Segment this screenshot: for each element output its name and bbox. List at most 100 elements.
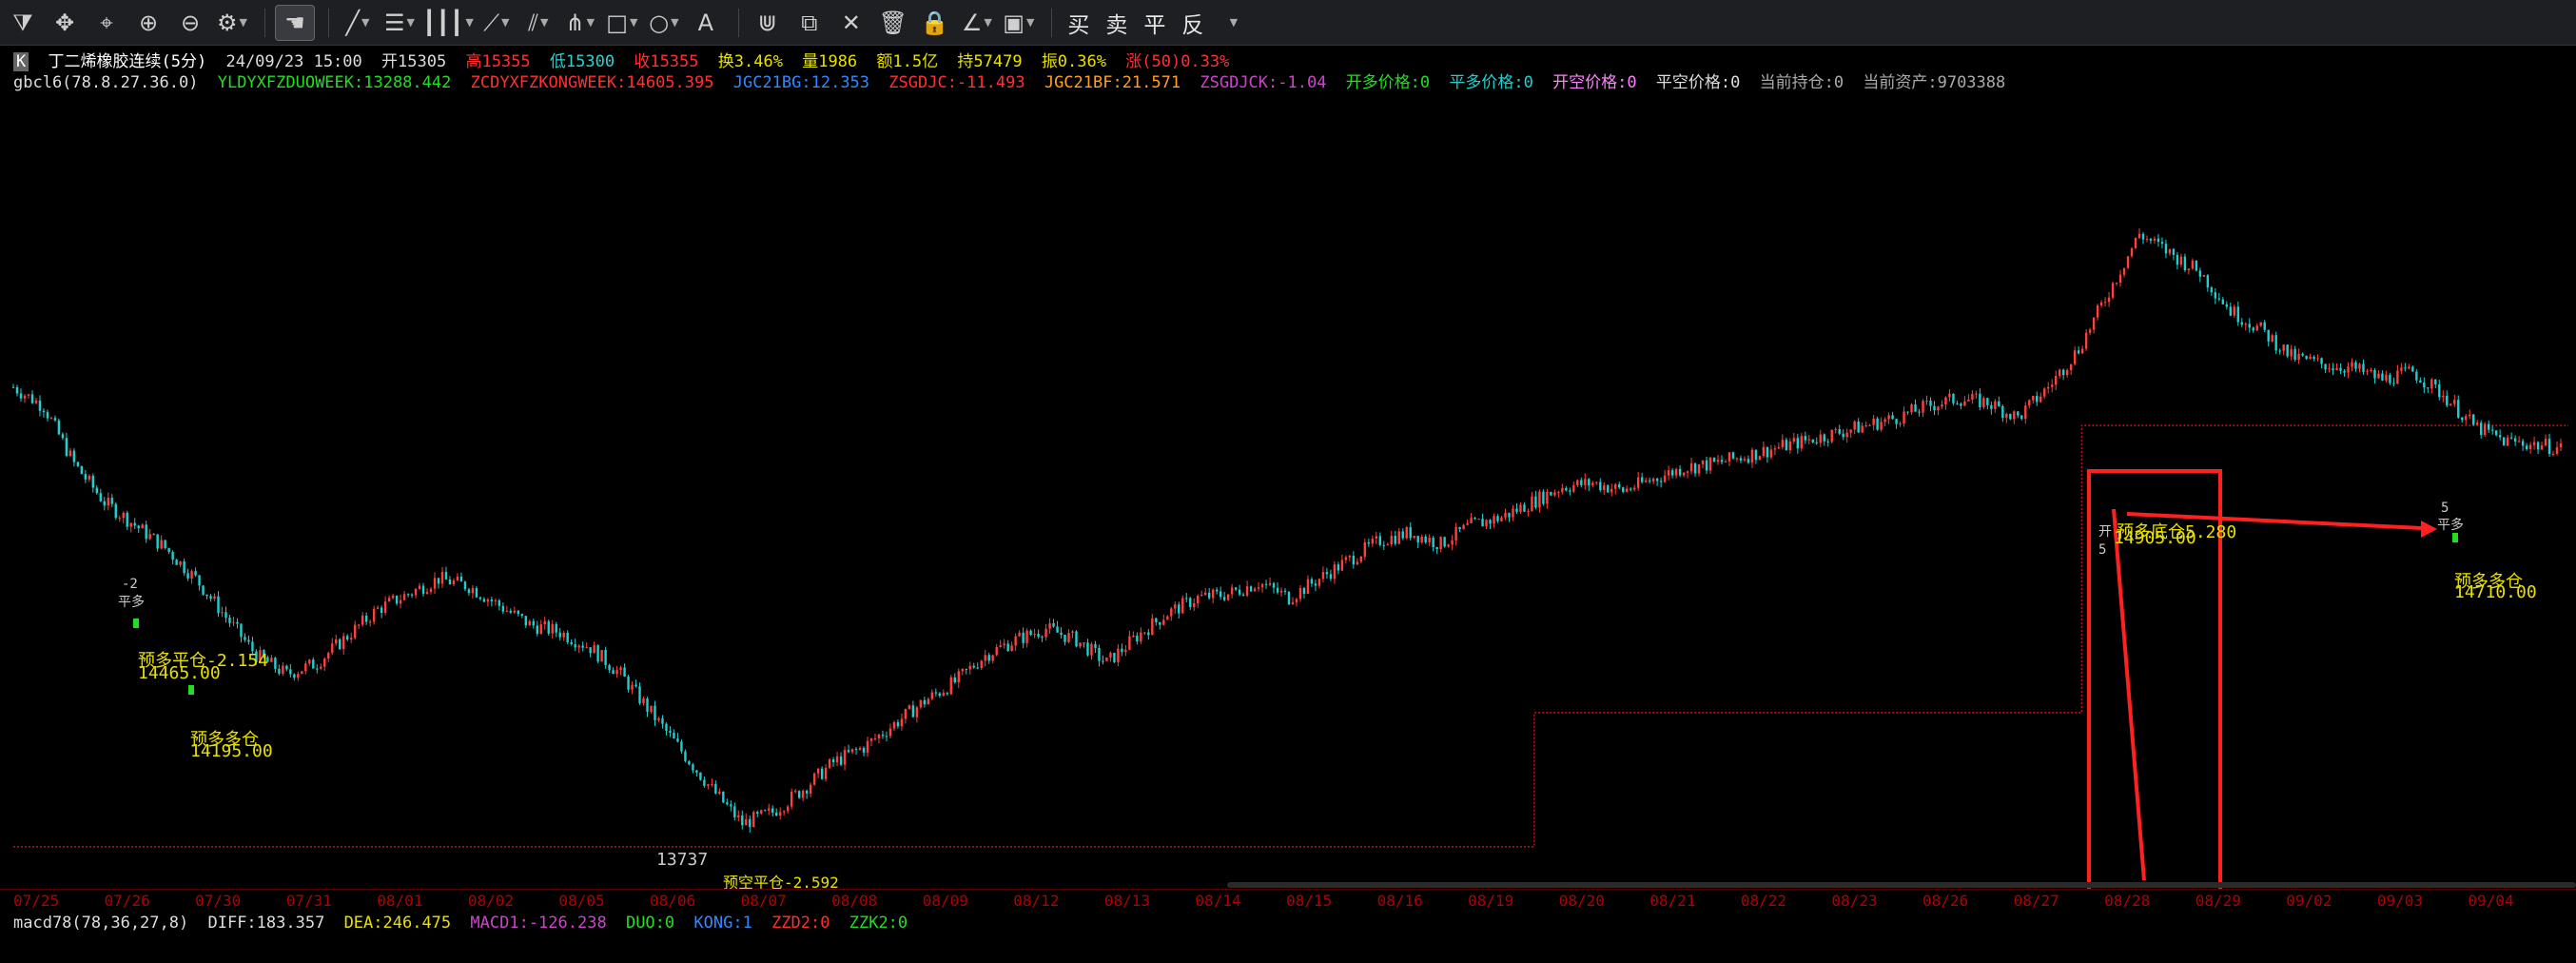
candle-body (2427, 387, 2430, 389)
candle-body (812, 773, 816, 785)
settings-icon[interactable]: ⚙ ▼ (213, 6, 251, 40)
text-tool-icon[interactable]: ☰ ▼ (381, 6, 419, 40)
crosshair-icon[interactable]: ⌖ (88, 6, 126, 40)
candle-body (1367, 542, 1371, 544)
save-icon[interactable]: ▣ ▼ (1000, 6, 1038, 40)
trash-icon[interactable]: 🗑 (874, 6, 912, 40)
macd-zzd2: ZZD2:0 (771, 914, 830, 933)
draw-angle-icon[interactable]: ∠ ▼ (958, 6, 996, 40)
move-icon[interactable]: ✥ (46, 6, 84, 40)
candle-body (2532, 442, 2536, 445)
candle-body (2494, 430, 2498, 436)
macd-name[interactable]: macd78(78,36,27,8) (13, 914, 188, 933)
macd-zzk2: ZZK2:0 (849, 914, 908, 933)
candle-body (585, 647, 588, 649)
line-tool-icon[interactable]: ╱ ▼ (339, 6, 377, 40)
date-tick: 07/25 (13, 892, 60, 910)
candle-body (1420, 536, 1423, 543)
zoom-in-icon[interactable]: ⊕ (129, 6, 167, 40)
delete-icon[interactable]: ✕ (832, 6, 870, 40)
candle-body (2221, 299, 2225, 305)
candle-body (1321, 572, 1325, 580)
copy-icon[interactable]: ⧉ (790, 6, 829, 40)
candle-body (1044, 628, 1047, 638)
candle-body (2051, 384, 2054, 387)
reverse-button[interactable]: 反 (1176, 6, 1210, 40)
rectangle-tool-icon[interactable]: □ ▼ (603, 6, 641, 40)
candle-body (2153, 238, 2156, 241)
signal-num-e: 5 (2441, 501, 2449, 516)
signal-price-b: 14465.00 (138, 663, 221, 683)
candle-body (764, 810, 767, 812)
price-chart[interactable] (0, 90, 2576, 890)
channel-tool-icon[interactable]: ⫽ ▼ (519, 6, 557, 40)
close-position-button[interactable]: 平 (1138, 6, 1172, 40)
candle-body (938, 693, 942, 697)
candle-body (395, 595, 399, 604)
candle-body (843, 750, 847, 765)
candle-body (1230, 587, 1234, 595)
candle-body (2179, 256, 2183, 265)
candle-body (657, 717, 660, 720)
candle-body (2555, 447, 2559, 454)
candle-body (722, 791, 725, 803)
candle-body (1037, 634, 1040, 638)
candle-body (2073, 350, 2077, 364)
candle-body (2461, 417, 2464, 421)
candle-body (1006, 643, 1009, 652)
indicator-name[interactable]: gbcl6(78.8.27.36.0) (13, 73, 198, 92)
candle-body (2419, 380, 2422, 383)
candle-body (2156, 238, 2160, 243)
close-long-price: 平多价格:0 (1449, 73, 1533, 92)
candle-body (1485, 520, 1488, 527)
candle-body (1743, 459, 1747, 461)
magnet-icon[interactable]: ⋓ (749, 6, 787, 40)
candle-body (2263, 322, 2266, 330)
candle-body (1003, 643, 1005, 646)
filter-icon[interactable]: ⧩ (4, 6, 42, 40)
candle-body (1883, 419, 1886, 423)
candle-body (2408, 366, 2410, 369)
candle-body (869, 738, 873, 741)
candle-body (2469, 414, 2471, 417)
candle-body (782, 811, 786, 813)
horizontal-scrollbar[interactable] (1227, 882, 2576, 888)
candle-body (741, 816, 744, 826)
grid-tool-icon[interactable]: ┃┃┃ ▼ (422, 6, 474, 40)
date-tick: 08/09 (922, 892, 968, 910)
candle-body (289, 669, 292, 675)
sell-button[interactable]: 卖 (1100, 6, 1134, 40)
candle-body (23, 395, 27, 399)
arrow-head (2421, 521, 2437, 538)
macd-diff: DIFF:183.357 (207, 914, 325, 933)
candle-body (2449, 403, 2452, 406)
hand-cursor-icon[interactable]: ☚ (275, 4, 315, 41)
candle-body (2080, 348, 2084, 354)
candle-body (756, 812, 759, 814)
candle-body (1344, 557, 1348, 560)
pitchfork-tool-icon[interactable]: ⋔ ▼ (561, 6, 599, 40)
candle-body (1561, 487, 1564, 493)
candle-body (217, 596, 220, 614)
candle-body (2202, 275, 2206, 277)
zoom-out-icon[interactable]: ⊖ (171, 6, 209, 40)
fan-tool-icon[interactable]: ⟋ ▼ (478, 6, 516, 40)
candle-body (304, 663, 307, 672)
lock-icon[interactable]: 🔒 (916, 6, 954, 40)
signal-num-d: 5 (2098, 542, 2107, 558)
candle-body (1557, 492, 1560, 494)
text-A-icon[interactable]: A (687, 6, 725, 40)
candle-body (2324, 364, 2327, 370)
chevron-down-icon[interactable]: ▼ (1214, 6, 1252, 40)
candle-body (562, 632, 565, 638)
candle-body (2536, 442, 2540, 450)
candle-body (1105, 657, 1108, 661)
candle-body (1071, 631, 1074, 634)
candle-body (2347, 366, 2350, 373)
buy-button[interactable]: 买 (1062, 6, 1096, 40)
candle-body (972, 665, 975, 668)
candle-body (714, 783, 717, 794)
candle-body (293, 674, 296, 678)
circle-tool-icon[interactable]: ○ ▼ (645, 6, 683, 40)
date-tick: 08/16 (1376, 892, 1423, 910)
